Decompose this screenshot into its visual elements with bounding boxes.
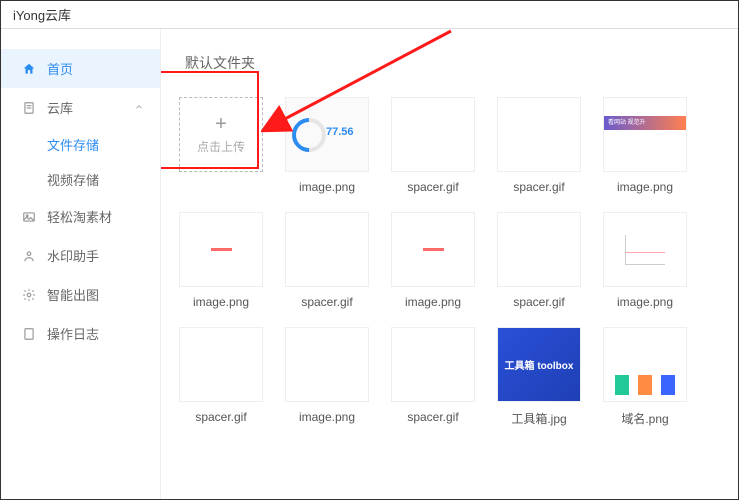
thumb-text: 工具箱 toolbox xyxy=(505,357,574,372)
folder-title: 默认文件夹 xyxy=(185,53,720,73)
file-name: image.png xyxy=(617,180,673,194)
titlebar: iYong云库 xyxy=(1,1,738,29)
user-icon xyxy=(21,248,37,264)
gear-icon xyxy=(21,287,37,303)
thumb-text: 看网站 规范升 xyxy=(604,116,686,130)
main-content: 默认文件夹 + 点击上传 77.56 image.png xyxy=(161,29,738,499)
upload-cell: + 点击上传 xyxy=(179,97,263,194)
thumbnail xyxy=(497,212,581,287)
file-name: image.png xyxy=(299,180,355,194)
file-cell[interactable]: image.png xyxy=(391,212,475,309)
cloud-submenu: 文件存储 视频存储 xyxy=(1,127,160,197)
file-name: image.png xyxy=(193,295,249,309)
app-window: iYong云库 首页 云库 文件存储 视频存储 xyxy=(0,0,739,500)
file-name: image.png xyxy=(617,295,673,309)
file-cell[interactable]: spacer.gif xyxy=(497,97,581,194)
file-cell[interactable]: 77.56 image.png xyxy=(285,97,369,194)
nav-label: 水印助手 xyxy=(47,246,99,265)
thumbnail: 看网站 规范升 xyxy=(603,97,687,172)
sidebar: 首页 云库 文件存储 视频存储 轻松淘素材 xyxy=(1,29,161,499)
nav-label: 云库 xyxy=(47,98,73,117)
window-title: iYong云库 xyxy=(13,5,71,24)
thumbnail xyxy=(179,327,263,402)
nav-cloud[interactable]: 云库 xyxy=(1,88,160,127)
file-cell[interactable]: spacer.gif xyxy=(179,327,263,427)
sub-file-storage[interactable]: 文件存储 xyxy=(47,127,160,162)
nav-logs[interactable]: 操作日志 xyxy=(1,314,160,353)
sub-video-storage[interactable]: 视频存储 xyxy=(47,162,160,197)
file-cell[interactable]: image.png xyxy=(179,212,263,309)
file-name: spacer.gif xyxy=(407,410,458,424)
donut-value: 77.56 xyxy=(326,126,354,138)
upload-label: 点击上传 xyxy=(197,138,245,155)
document-icon xyxy=(21,100,37,116)
file-cell[interactable]: image.png xyxy=(603,212,687,309)
nav-home[interactable]: 首页 xyxy=(1,49,160,88)
thumbnail xyxy=(285,212,369,287)
nav-smart-export[interactable]: 智能出图 xyxy=(1,275,160,314)
thumbnail xyxy=(603,212,687,287)
thumbnail xyxy=(603,327,687,402)
log-icon xyxy=(21,326,37,342)
nav-materials[interactable]: 轻松淘素材 xyxy=(1,197,160,236)
chevron-up-icon xyxy=(134,100,144,115)
file-name: spacer.gif xyxy=(513,295,564,309)
thumbnail xyxy=(391,212,475,287)
file-name: 工具箱.jpg xyxy=(511,410,566,427)
file-name: image.png xyxy=(405,295,461,309)
body-area: 首页 云库 文件存储 视频存储 轻松淘素材 xyxy=(1,29,738,499)
nav-label: 轻松淘素材 xyxy=(47,207,112,226)
thumbnail: 工具箱 toolbox xyxy=(497,327,581,402)
file-cell[interactable]: 工具箱 toolbox 工具箱.jpg xyxy=(497,327,581,427)
upload-button[interactable]: + 点击上传 xyxy=(179,97,263,172)
nav-label: 操作日志 xyxy=(47,324,99,343)
thumbnail: 77.56 xyxy=(285,97,369,172)
image-icon xyxy=(21,209,37,225)
file-cell[interactable]: image.png xyxy=(285,327,369,427)
thumbnail xyxy=(179,212,263,287)
thumbnail xyxy=(391,97,475,172)
thumbnail xyxy=(497,97,581,172)
file-name: spacer.gif xyxy=(195,410,246,424)
file-name: spacer.gif xyxy=(301,295,352,309)
file-name: 域名.png xyxy=(621,410,668,427)
file-name: image.png xyxy=(299,410,355,424)
nav-label: 智能出图 xyxy=(47,285,99,304)
file-name: spacer.gif xyxy=(407,180,458,194)
file-cell[interactable]: spacer.gif xyxy=(497,212,581,309)
home-icon xyxy=(21,61,37,77)
file-cell[interactable]: spacer.gif xyxy=(285,212,369,309)
file-cell[interactable]: 看网站 规范升 image.png xyxy=(603,97,687,194)
file-cell[interactable]: spacer.gif xyxy=(391,97,475,194)
thumbnail xyxy=(391,327,475,402)
plus-icon: + xyxy=(215,114,227,134)
file-cell[interactable]: 域名.png xyxy=(603,327,687,427)
file-name: spacer.gif xyxy=(513,180,564,194)
thumbnail xyxy=(285,327,369,402)
file-grid: + 点击上传 77.56 image.png spacer.gif xyxy=(179,97,720,427)
file-cell[interactable]: spacer.gif xyxy=(391,327,475,427)
nav-watermark[interactable]: 水印助手 xyxy=(1,236,160,275)
nav-label: 首页 xyxy=(47,59,73,78)
